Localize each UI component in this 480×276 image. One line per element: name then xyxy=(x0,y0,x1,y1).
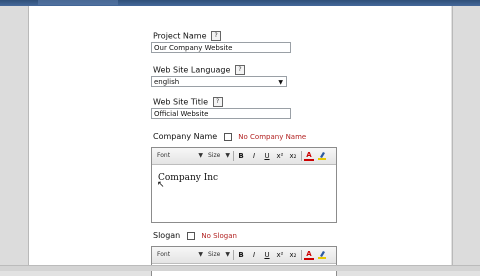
superscript-button[interactable]: x² xyxy=(275,151,285,161)
bold-button[interactable]: B xyxy=(236,250,246,260)
size-select[interactable]: Size ▼ xyxy=(208,250,230,259)
highlight-color-button[interactable] xyxy=(317,250,327,260)
text-color-button[interactable]: A xyxy=(304,151,314,161)
window-right-panel xyxy=(452,6,480,270)
no-slogan-hint: No Slogan xyxy=(201,231,237,240)
size-select[interactable]: Size ▼ xyxy=(208,151,230,160)
font-select-label: Font xyxy=(157,152,171,159)
font-select-label: Font xyxy=(157,251,171,258)
toolbar-separator xyxy=(301,151,302,161)
chevron-down-icon: ▼ xyxy=(225,152,230,159)
window-title xyxy=(38,0,118,5)
size-select-label: Size xyxy=(208,152,221,159)
help-icon[interactable]: ? xyxy=(234,65,245,75)
project-name-label-row: Project Name ? xyxy=(153,31,222,41)
site-title-label: Web Site Title xyxy=(153,97,209,107)
font-select[interactable]: Font ▼ xyxy=(157,151,205,160)
italic-button[interactable]: I xyxy=(249,151,259,161)
toolbar-separator xyxy=(233,151,234,161)
highlight-color-button[interactable] xyxy=(317,151,327,161)
help-icon[interactable]: ? xyxy=(211,31,222,41)
status-bar xyxy=(0,265,480,271)
company-name-text: Company Inc xyxy=(158,173,219,183)
project-name-input[interactable]: Our Company Website xyxy=(151,42,291,53)
company-name-label: Company Name xyxy=(153,132,218,141)
bold-button[interactable]: B xyxy=(236,151,246,161)
editor-toolbar: Font ▼ Size ▼ B I U x² x₂ A xyxy=(152,247,336,264)
subscript-button[interactable]: x₂ xyxy=(288,151,298,161)
chevron-down-icon: ▼ xyxy=(225,251,230,258)
site-title-label-row: Web Site Title ? xyxy=(153,97,223,107)
font-select[interactable]: Font ▼ xyxy=(157,250,205,259)
language-label: Web Site Language xyxy=(153,65,231,75)
language-label-row: Web Site Language ? xyxy=(153,65,245,75)
slogan-label: Slogan xyxy=(153,231,181,240)
italic-button[interactable]: I xyxy=(249,250,259,260)
mouse-pointer-icon: ↖ xyxy=(157,180,165,190)
slogan-label-row: Slogan No Slogan xyxy=(153,231,237,240)
help-icon[interactable]: ? xyxy=(212,97,223,107)
chevron-down-icon: ▼ xyxy=(278,79,283,86)
toolbar-separator xyxy=(301,250,302,260)
superscript-button[interactable]: x² xyxy=(275,250,285,260)
subscript-button[interactable]: x₂ xyxy=(288,250,298,260)
text-color-button[interactable]: A xyxy=(304,250,314,260)
window-left-panel xyxy=(0,6,29,270)
size-select-label: Size xyxy=(208,251,221,258)
editor-toolbar: Font ▼ Size ▼ B I U x² x₂ A xyxy=(152,148,336,165)
no-company-name-hint: No Company Name xyxy=(238,132,307,141)
chevron-down-icon: ▼ xyxy=(198,152,203,159)
form-page: Project Name ? Our Company Website Web S… xyxy=(29,6,451,276)
highlighter-icon xyxy=(318,152,326,160)
chevron-down-icon: ▼ xyxy=(198,251,203,258)
highlighter-icon xyxy=(318,251,326,259)
project-name-label: Project Name xyxy=(153,31,207,41)
site-title-input[interactable]: Official Website xyxy=(151,108,291,119)
language-value: english xyxy=(154,78,180,86)
no-slogan-checkbox[interactable] xyxy=(186,231,195,240)
company-name-label-row: Company Name No Company Name xyxy=(153,132,306,141)
underline-button[interactable]: U xyxy=(262,250,272,260)
language-select[interactable]: english ▼ xyxy=(151,76,287,87)
underline-button[interactable]: U xyxy=(262,151,272,161)
no-company-name-checkbox[interactable] xyxy=(223,132,232,141)
slogan-editor[interactable]: Font ▼ Size ▼ B I U x² x₂ A xyxy=(151,246,337,276)
company-name-editor[interactable]: Font ▼ Size ▼ B I U x² x₂ A Company Inc xyxy=(151,147,337,223)
toolbar-separator xyxy=(233,250,234,260)
